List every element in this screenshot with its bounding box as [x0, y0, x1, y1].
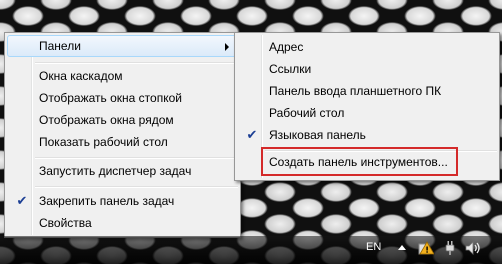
submenu-item-tablet-input-label: Панель ввода планшетного ПК	[269, 84, 442, 98]
menu-item-lock-taskbar-label: Закрепить панель задач	[39, 194, 175, 208]
menu-item-show-desktop[interactable]: Показать рабочий стол	[7, 131, 238, 153]
menu-item-show-desktop-label: Показать рабочий стол	[39, 135, 168, 149]
submenu-item-address[interactable]: Адрес	[237, 36, 497, 58]
language-indicator[interactable]: EN	[366, 241, 381, 253]
menu-item-task-manager-label: Запустить диспетчер задач	[39, 164, 192, 178]
menu-item-task-manager[interactable]: Запустить диспетчер задач	[7, 160, 238, 182]
menu-item-cascade[interactable]: Окна каскадом	[7, 65, 238, 87]
power-plug-icon[interactable]	[442, 240, 458, 256]
submenu-item-language-bar-label: Языковая панель	[269, 128, 366, 142]
action-center-warning-icon[interactable]	[418, 240, 434, 256]
submenu-item-desktop[interactable]: Рабочий стол	[237, 102, 497, 124]
checkmark-icon: ✔	[16, 193, 28, 208]
volume-icon[interactable]	[465, 240, 481, 256]
menu-item-stacked-label: Отображать окна стопкой	[39, 91, 182, 105]
menu-item-side-by-side[interactable]: Отображать окна рядом	[7, 109, 238, 131]
menu-separator	[35, 157, 238, 159]
submenu-item-desktop-label: Рабочий стол	[269, 106, 345, 120]
menu-item-properties-label: Свойства	[39, 216, 92, 230]
tray-overflow-arrow-icon[interactable]	[398, 245, 406, 250]
submenu-item-links[interactable]: Ссылки	[237, 58, 497, 80]
checkmark-icon: ✔	[246, 127, 258, 142]
menu-separator	[35, 62, 238, 64]
highlight-box	[261, 147, 458, 176]
submenu-item-links-label: Ссылки	[269, 62, 312, 76]
menu-item-stacked[interactable]: Отображать окна стопкой	[7, 87, 238, 109]
menu-item-properties[interactable]: Свойства	[7, 212, 238, 234]
menu-item-toolbars-label: Панели	[39, 39, 81, 53]
submenu-item-language-bar[interactable]: ✔ Языковая панель	[237, 124, 497, 146]
menu-item-lock-taskbar[interactable]: ✔ Закрепить панель задач	[7, 190, 238, 212]
menu-item-cascade-label: Окна каскадом	[39, 69, 123, 83]
submenu-item-tablet-input[interactable]: Панель ввода планшетного ПК	[237, 80, 497, 102]
menu-item-side-by-side-label: Отображать окна рядом	[39, 113, 174, 127]
submenu-item-address-label: Адрес	[269, 40, 304, 54]
menu-item-toolbars[interactable]: Панели	[7, 35, 238, 57]
taskbar-context-menu: Панели Окна каскадом Отображать окна сто…	[4, 32, 241, 238]
submenu-arrow-icon	[225, 43, 229, 51]
menu-separator	[35, 186, 238, 188]
